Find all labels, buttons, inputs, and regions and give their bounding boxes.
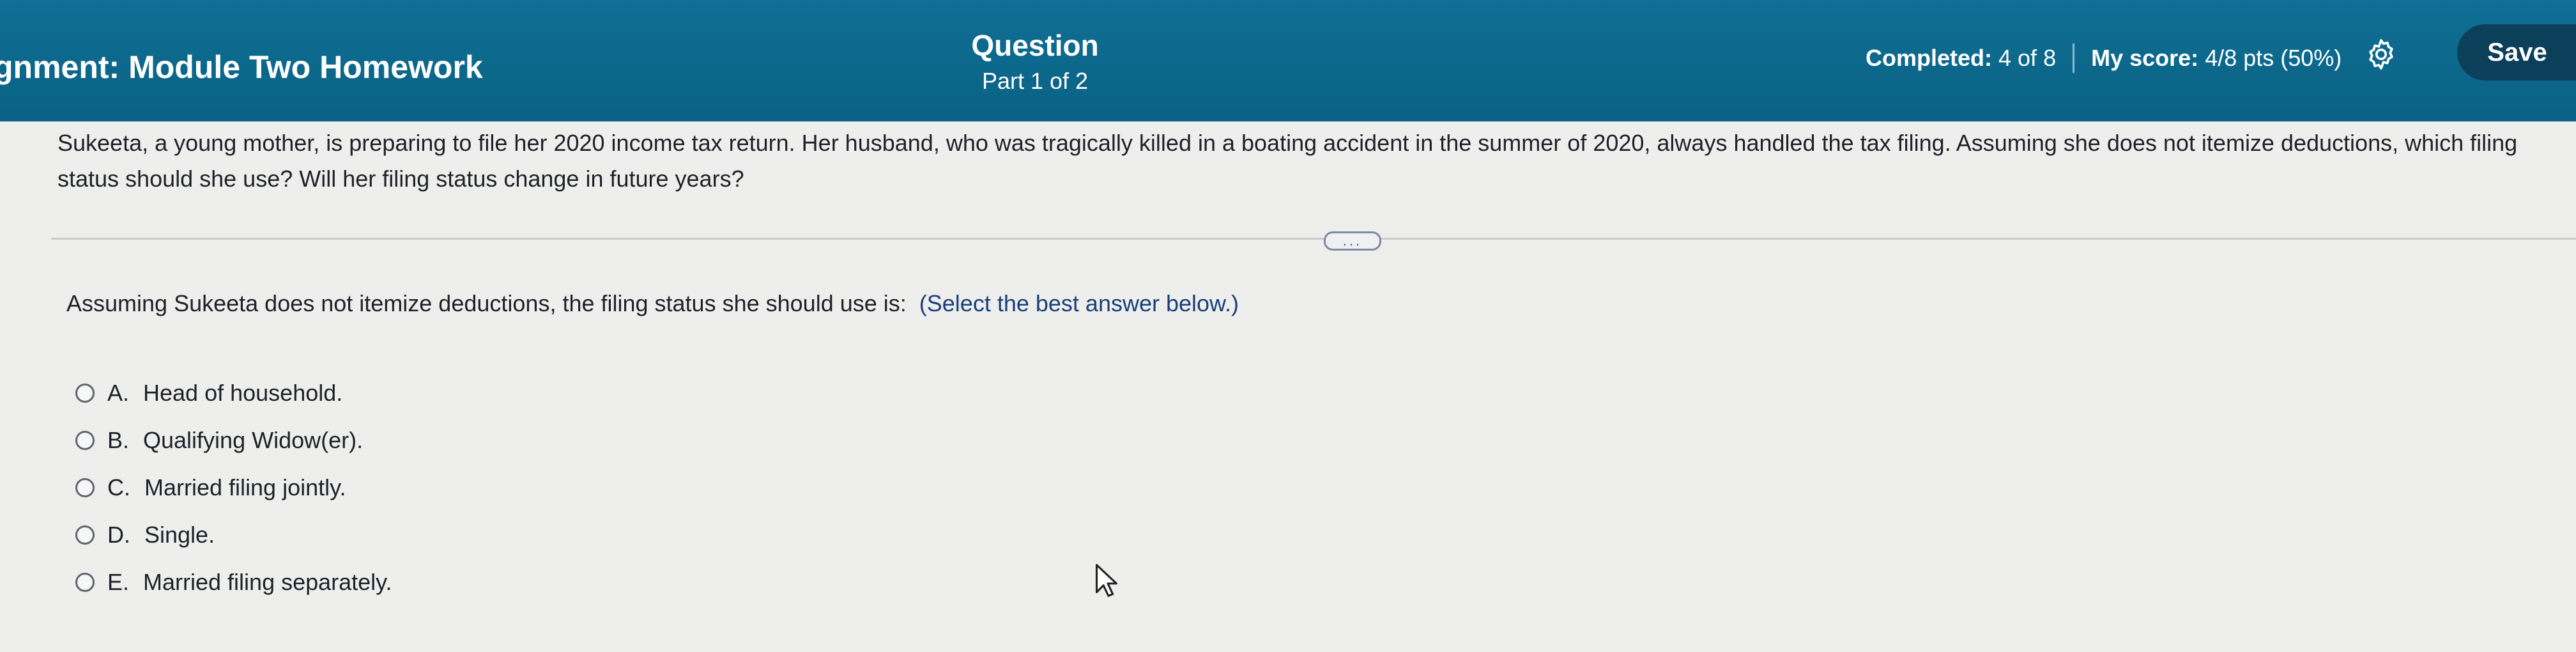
assignment-title: gnment: Module Two Homework [0,49,483,85]
score-label: My score: [2091,45,2199,71]
header-separator [2073,43,2075,73]
answer-prompt: Assuming Sukeeta does not itemize deduct… [66,290,1239,317]
radio-button[interactable] [75,525,95,545]
question-divider [51,238,2576,240]
completed-value: 4 of 8 [1998,45,2057,71]
mouse-pointer-icon [1095,564,1118,597]
expand-button[interactable]: ... [1324,231,1381,251]
option-letter: E. [107,569,130,595]
question-label: Question [971,29,1099,62]
completed-label: Completed: [1866,45,1992,71]
option-letter: D. [107,522,130,548]
gear-icon[interactable] [2364,37,2398,72]
prompt-hint: (Select the best answer below.) [919,290,1239,316]
radio-button[interactable] [75,573,95,592]
option-a[interactable]: A. Head of household. [75,369,392,417]
question-text: Sukeeta, a young mother, is preparing to… [57,130,2518,192]
prompt-text: Assuming Sukeeta does not itemize deduct… [66,290,907,316]
option-label: Single. [144,522,215,548]
option-letter: C. [107,474,130,501]
option-letter: B. [107,427,130,453]
header-bar: gnment: Module Two Homework Question Par… [0,0,2576,121]
option-c[interactable]: C. Married filing jointly. [75,464,392,511]
option-label: Head of household. [143,380,343,406]
radio-button[interactable] [75,384,95,403]
radio-button[interactable] [75,478,95,497]
answer-options: A. Head of household. B. Qualifying Wido… [75,369,392,606]
score-value: 4/8 pts (50%) [2205,45,2342,71]
option-label: Married filing jointly. [144,474,346,501]
option-d[interactable]: D. Single. [75,511,392,559]
save-button[interactable]: Save [2457,24,2576,81]
option-b[interactable]: B. Qualifying Widow(er). [75,417,392,464]
progress-info: Completed: 4 of 8 My score: 4/8 pts (50%… [1866,42,2342,74]
part-label: Part 1 of 2 [981,68,1089,94]
option-label: Qualifying Widow(er). [143,427,364,453]
radio-button[interactable] [75,431,95,450]
option-letter: A. [107,380,130,406]
question-indicator: Question Part 1 of 2 [920,28,1150,95]
option-e[interactable]: E. Married filing separately. [75,559,392,606]
page: gnment: Module Two Homework Question Par… [0,0,2576,652]
option-label: Married filing separately. [143,569,392,595]
